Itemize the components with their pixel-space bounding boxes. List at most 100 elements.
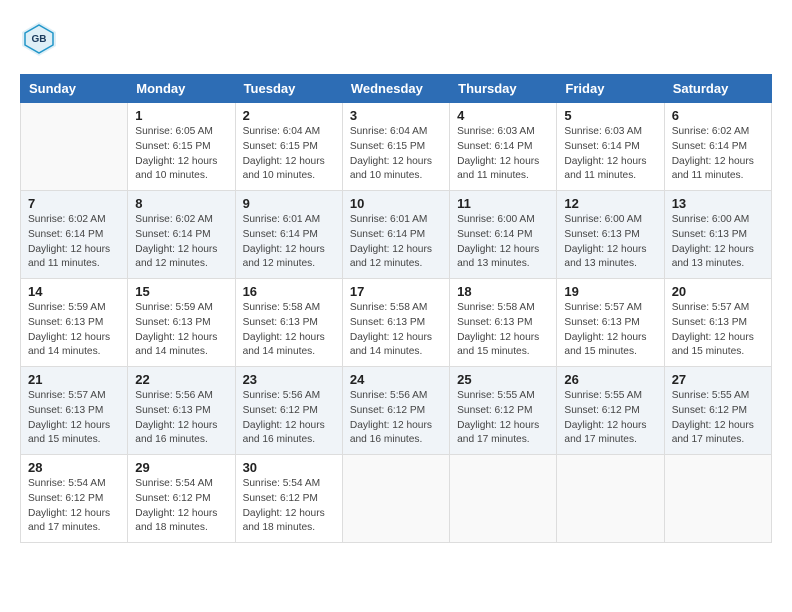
day-number: 15 [135, 284, 227, 299]
day-number: 16 [243, 284, 335, 299]
calendar-cell: 8 Sunrise: 6:02 AM Sunset: 6:14 PM Daylig… [128, 191, 235, 279]
day-number: 7 [28, 196, 120, 211]
day-info: Sunrise: 6:02 AM Sunset: 6:14 PM Dayligh… [672, 125, 764, 184]
day-info: Sunrise: 6:05 AM Sunset: 6:15 PM Dayligh… [135, 125, 227, 184]
day-number: 12 [564, 196, 656, 211]
calendar-day-header: Sunday [21, 75, 128, 103]
day-info: Sunrise: 5:55 AM Sunset: 6:12 PM Dayligh… [672, 389, 764, 448]
calendar-day-header: Monday [128, 75, 235, 103]
day-info: Sunrise: 6:04 AM Sunset: 6:15 PM Dayligh… [243, 125, 335, 184]
logo: GB [20, 20, 64, 58]
calendar-cell: 23 Sunrise: 5:56 AM Sunset: 6:12 PM Dayli… [235, 367, 342, 455]
day-info: Sunrise: 5:54 AM Sunset: 6:12 PM Dayligh… [28, 477, 120, 536]
day-info: Sunrise: 5:57 AM Sunset: 6:13 PM Dayligh… [672, 301, 764, 360]
calendar-week-row: 1 Sunrise: 6:05 AM Sunset: 6:15 PM Daylig… [21, 103, 772, 191]
calendar-cell: 16 Sunrise: 5:58 AM Sunset: 6:13 PM Dayli… [235, 279, 342, 367]
day-number: 10 [350, 196, 442, 211]
calendar-cell [664, 455, 771, 543]
calendar-cell: 10 Sunrise: 6:01 AM Sunset: 6:14 PM Dayli… [342, 191, 449, 279]
calendar-cell: 30Sunrise: 5:54 AM Sunset: 6:12 PM Dayli… [235, 455, 342, 543]
calendar-cell: 4 Sunrise: 6:03 AM Sunset: 6:14 PM Daylig… [450, 103, 557, 191]
day-info: Sunrise: 6:03 AM Sunset: 6:14 PM Dayligh… [457, 125, 549, 184]
day-info: Sunrise: 6:01 AM Sunset: 6:14 PM Dayligh… [243, 213, 335, 272]
day-info: Sunrise: 5:57 AM Sunset: 6:13 PM Dayligh… [28, 389, 120, 448]
calendar-cell [342, 455, 449, 543]
day-number: 2 [243, 108, 335, 123]
calendar-table: SundayMondayTuesdayWednesdayThursdayFrid… [20, 74, 772, 543]
calendar-header-row: SundayMondayTuesdayWednesdayThursdayFrid… [21, 75, 772, 103]
calendar-cell: 26Sunrise: 5:55 AM Sunset: 6:12 PM Dayli… [557, 367, 664, 455]
day-number: 21 [28, 372, 120, 387]
day-info: Sunrise: 5:56 AM Sunset: 6:12 PM Dayligh… [243, 389, 335, 448]
calendar-cell: 5 Sunrise: 6:03 AM Sunset: 6:14 PM Daylig… [557, 103, 664, 191]
calendar-cell [450, 455, 557, 543]
day-info: Sunrise: 6:00 AM Sunset: 6:13 PM Dayligh… [672, 213, 764, 272]
calendar-week-row: 21 Sunrise: 5:57 AM Sunset: 6:13 PM Dayli… [21, 367, 772, 455]
day-number: 4 [457, 108, 549, 123]
calendar-cell: 18 Sunrise: 5:58 AM Sunset: 6:13 PM Dayli… [450, 279, 557, 367]
calendar-cell: 1 Sunrise: 6:05 AM Sunset: 6:15 PM Daylig… [128, 103, 235, 191]
day-number: 14 [28, 284, 120, 299]
calendar-cell [21, 103, 128, 191]
calendar-day-header: Friday [557, 75, 664, 103]
day-number: 9 [243, 196, 335, 211]
day-number: 3 [350, 108, 442, 123]
day-info: Sunrise: 6:02 AM Sunset: 6:14 PM Dayligh… [28, 213, 120, 272]
day-number: 29 [135, 460, 227, 475]
day-info: Sunrise: 5:55 AM Sunset: 6:12 PM Dayligh… [457, 389, 549, 448]
day-number: 1 [135, 108, 227, 123]
calendar-cell: 7 Sunrise: 6:02 AM Sunset: 6:14 PM Daylig… [21, 191, 128, 279]
calendar-cell: 2 Sunrise: 6:04 AM Sunset: 6:15 PM Daylig… [235, 103, 342, 191]
calendar-cell: 17 Sunrise: 5:58 AM Sunset: 6:13 PM Dayli… [342, 279, 449, 367]
day-number: 5 [564, 108, 656, 123]
day-number: 8 [135, 196, 227, 211]
day-info: Sunrise: 6:00 AM Sunset: 6:13 PM Dayligh… [564, 213, 656, 272]
calendar-week-row: 14 Sunrise: 5:59 AM Sunset: 6:13 PM Dayli… [21, 279, 772, 367]
day-number: 28 [28, 460, 120, 475]
day-info: Sunrise: 6:04 AM Sunset: 6:15 PM Dayligh… [350, 125, 442, 184]
logo-icon: GB [20, 20, 58, 58]
calendar-day-header: Wednesday [342, 75, 449, 103]
day-number: 20 [672, 284, 764, 299]
calendar-cell [557, 455, 664, 543]
svg-text:GB: GB [32, 34, 47, 45]
calendar-cell: 21 Sunrise: 5:57 AM Sunset: 6:13 PM Dayli… [21, 367, 128, 455]
day-number: 23 [243, 372, 335, 387]
calendar-cell: 9 Sunrise: 6:01 AM Sunset: 6:14 PM Daylig… [235, 191, 342, 279]
calendar-cell: 22Sunrise: 5:56 AM Sunset: 6:13 PM Dayli… [128, 367, 235, 455]
day-info: Sunrise: 6:02 AM Sunset: 6:14 PM Dayligh… [135, 213, 227, 272]
day-info: Sunrise: 6:01 AM Sunset: 6:14 PM Dayligh… [350, 213, 442, 272]
day-info: Sunrise: 5:58 AM Sunset: 6:13 PM Dayligh… [457, 301, 549, 360]
day-info: Sunrise: 5:56 AM Sunset: 6:13 PM Dayligh… [135, 389, 227, 448]
calendar-cell: 3 Sunrise: 6:04 AM Sunset: 6:15 PM Daylig… [342, 103, 449, 191]
calendar-cell: 12 Sunrise: 6:00 AM Sunset: 6:13 PM Dayli… [557, 191, 664, 279]
day-number: 18 [457, 284, 549, 299]
day-number: 24 [350, 372, 442, 387]
day-number: 6 [672, 108, 764, 123]
day-info: Sunrise: 5:59 AM Sunset: 6:13 PM Dayligh… [28, 301, 120, 360]
day-info: Sunrise: 6:00 AM Sunset: 6:14 PM Dayligh… [457, 213, 549, 272]
calendar-cell: 27Sunrise: 5:55 AM Sunset: 6:12 PM Dayli… [664, 367, 771, 455]
calendar-cell: 28 Sunrise: 5:54 AM Sunset: 6:12 PM Dayli… [21, 455, 128, 543]
calendar-week-row: 28 Sunrise: 5:54 AM Sunset: 6:12 PM Dayli… [21, 455, 772, 543]
calendar-day-header: Tuesday [235, 75, 342, 103]
calendar-cell: 20 Sunrise: 5:57 AM Sunset: 6:13 PM Dayli… [664, 279, 771, 367]
day-info: Sunrise: 5:58 AM Sunset: 6:13 PM Dayligh… [243, 301, 335, 360]
calendar-cell: 24 Sunrise: 5:56 AM Sunset: 6:12 PM Dayli… [342, 367, 449, 455]
day-number: 17 [350, 284, 442, 299]
day-info: Sunrise: 5:55 AM Sunset: 6:12 PM Dayligh… [564, 389, 656, 448]
calendar-cell: 15 Sunrise: 5:59 AM Sunset: 6:13 PM Dayli… [128, 279, 235, 367]
day-info: Sunrise: 5:59 AM Sunset: 6:13 PM Dayligh… [135, 301, 227, 360]
day-info: Sunrise: 5:54 AM Sunset: 6:12 PM Dayligh… [243, 477, 335, 536]
calendar-cell: 13 Sunrise: 6:00 AM Sunset: 6:13 PM Dayli… [664, 191, 771, 279]
day-number: 13 [672, 196, 764, 211]
day-info: Sunrise: 6:03 AM Sunset: 6:14 PM Dayligh… [564, 125, 656, 184]
calendar-cell: 25Sunrise: 5:55 AM Sunset: 6:12 PM Dayli… [450, 367, 557, 455]
calendar-cell: 19Sunrise: 5:57 AM Sunset: 6:13 PM Dayli… [557, 279, 664, 367]
calendar-cell: 6 Sunrise: 6:02 AM Sunset: 6:14 PM Daylig… [664, 103, 771, 191]
day-number: 19 [564, 284, 656, 299]
day-info: Sunrise: 5:56 AM Sunset: 6:12 PM Dayligh… [350, 389, 442, 448]
day-info: Sunrise: 5:58 AM Sunset: 6:13 PM Dayligh… [350, 301, 442, 360]
calendar-day-header: Saturday [664, 75, 771, 103]
day-number: 11 [457, 196, 549, 211]
